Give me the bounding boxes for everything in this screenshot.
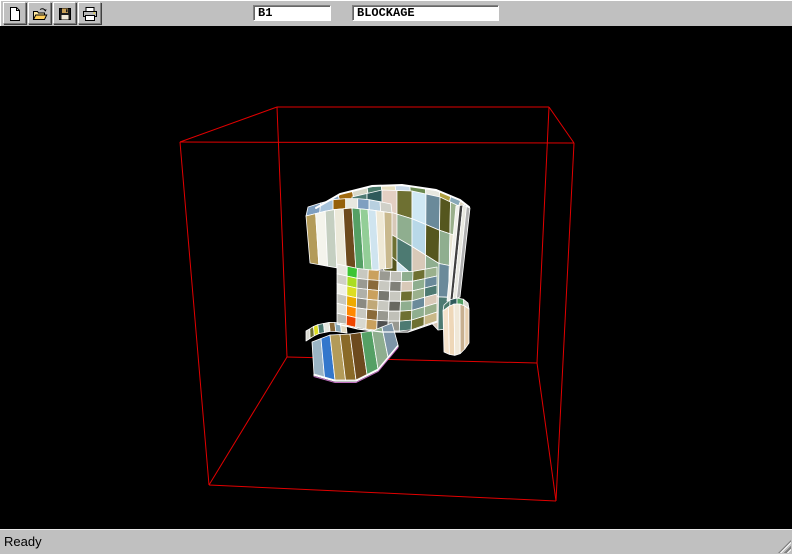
cube-edge-btr-ftr [549, 107, 574, 143]
print-button[interactable] [78, 2, 101, 24]
cube-edge-ftr-ftl [180, 142, 574, 143]
status-bar: Ready [0, 529, 792, 554]
blockage-name-field[interactable] [352, 5, 499, 21]
application-window: Ready [0, 0, 792, 554]
cube-edge-ftr-fbr [556, 143, 574, 501]
save-floppy-icon [57, 6, 73, 22]
cube-edge-btr-bbr [537, 107, 549, 363]
toolbar-buttons [0, 0, 102, 17]
cube-edge-ftl-fbl [180, 142, 209, 485]
open-button[interactable] [28, 2, 51, 24]
cube-edge-ftl-btl [180, 107, 277, 142]
open-folder-icon [32, 6, 48, 22]
new-button[interactable] [3, 2, 26, 24]
status-message: Ready [0, 534, 42, 549]
blockage-model [306, 185, 470, 383]
cube-edge-btl-bbl [277, 107, 287, 357]
band-upper-drum-wall [306, 208, 392, 271]
new-document-icon [7, 6, 23, 22]
print-icon [82, 6, 98, 22]
resize-grip-icon[interactable] [778, 540, 791, 553]
cube-edge-fbr-fbl [209, 485, 556, 501]
block-id-field[interactable] [253, 5, 331, 21]
save-button[interactable] [53, 2, 76, 24]
toolbar [0, 0, 792, 26]
viewport-3d[interactable] [0, 26, 792, 529]
band-waist-grid [337, 264, 437, 331]
cube-edge-bbr-fbr [537, 363, 556, 501]
cube-edge-fbl-bbl [209, 357, 287, 485]
band-right-flap [443, 304, 469, 355]
